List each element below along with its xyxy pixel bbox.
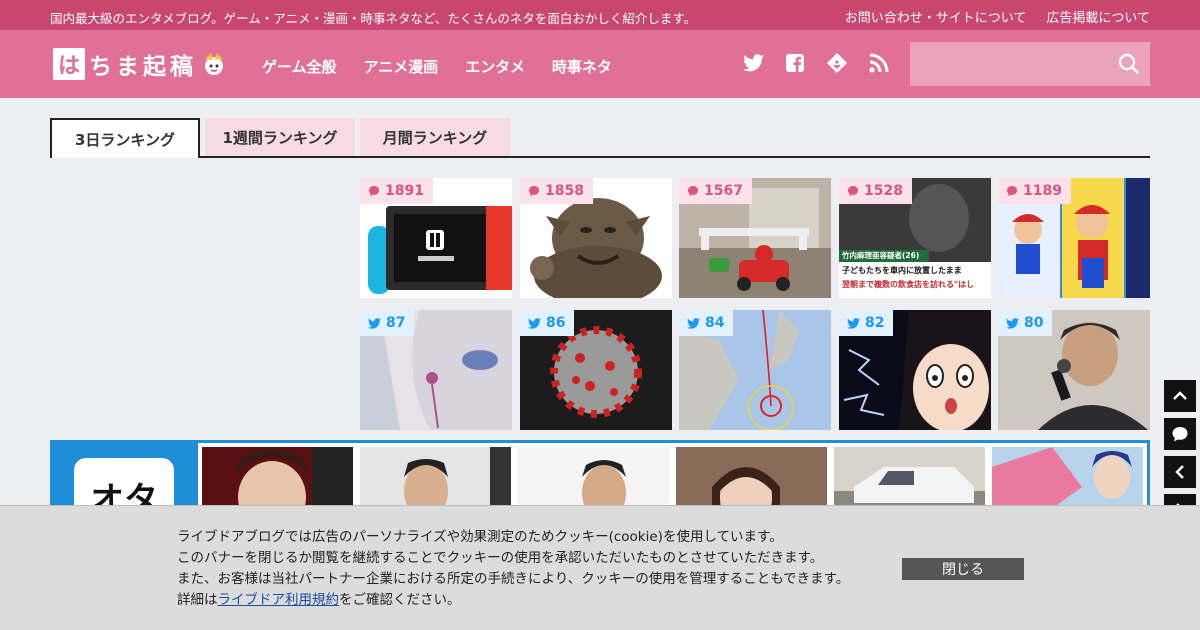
comment-icon: [529, 186, 539, 196]
tab-weekly-ranking[interactable]: 1週間ランキング: [205, 118, 355, 156]
advertising-link[interactable]: 広告掲載について: [1046, 7, 1150, 26]
twitter-icon: [528, 317, 541, 329]
ranking-tabs: 3日ランキング 1週間ランキング 月間ランキング: [50, 118, 1150, 158]
comments-button[interactable]: [1164, 418, 1196, 450]
previous-button[interactable]: [1164, 456, 1196, 488]
ranking-card[interactable]: 84: [679, 310, 831, 430]
tweet-count-badge: 86: [520, 310, 575, 336]
ranking-card[interactable]: 1528 竹内麻理亜容疑者(26) 子どもたちを車内に放置したまま 翌朝まで複数…: [839, 178, 991, 298]
speech-bubble-icon: [1172, 427, 1188, 442]
feedly-icon[interactable]: [826, 52, 848, 74]
ranking-card[interactable]: 80: [998, 310, 1150, 430]
news-caption-line: 子どもたちを車内に放置したまま: [842, 266, 962, 275]
tweet-count-badge: 84: [679, 310, 734, 336]
rss-icon[interactable]: [868, 52, 890, 74]
nav-anime-manga[interactable]: アニメ漫画: [364, 56, 439, 77]
comment-count-badge: 1528: [839, 178, 912, 204]
cookie-line: このバナーを閉じるか閲覧を継続することでクッキーの使用を承認いただいたものとさせ…: [177, 550, 824, 566]
comment-count-badge: 1189: [998, 178, 1071, 204]
mascot-icon: [205, 53, 223, 75]
tweet-count-badge: 80: [998, 310, 1053, 336]
logo-mark: は: [53, 48, 85, 80]
ranking-card[interactable]: 1189: [998, 178, 1150, 298]
ranking-card[interactable]: 1567: [679, 178, 831, 298]
chevron-left-icon: [1175, 465, 1184, 479]
comment-icon: [688, 186, 698, 196]
twitter-icon: [368, 317, 381, 329]
search-icon[interactable]: [1118, 53, 1140, 75]
comment-count-badge: 1567: [679, 178, 752, 204]
top-links: お問い合わせ・サイトについて 広告掲載について: [845, 7, 1150, 26]
social-links: [742, 52, 890, 74]
nav-games[interactable]: ゲーム全般: [262, 56, 337, 77]
news-caption-name: 竹内麻理亜容疑者(26): [842, 251, 920, 260]
comment-count-badge: 1858: [520, 178, 593, 204]
cookie-line: また、お客様は当社パートナー企業における所定の手続きにより、クッキーの使用を管理…: [177, 571, 850, 587]
top-bar: 国内最大級のエンタメブログ。ゲーム・アニメ・漫画・時事ネタなど、たくさんのネタを…: [0, 0, 1200, 30]
twitter-icon: [1006, 317, 1019, 329]
site-tagline: 国内最大級のエンタメブログ。ゲーム・アニメ・漫画・時事ネタなど、たくさんのネタを…: [50, 11, 697, 26]
facebook-icon[interactable]: [784, 52, 806, 74]
nav-current-events[interactable]: 時事ネタ: [552, 56, 612, 77]
cookie-consent-banner: ライブドアブログでは広告のパーソナライズや効果測定のためクッキー(cookie)…: [0, 505, 1200, 630]
cookie-line: ライブドアブログでは広告のパーソナライズや効果測定のためクッキー(cookie)…: [177, 529, 783, 545]
tab-monthly-ranking[interactable]: 月間ランキング: [360, 118, 510, 156]
twitter-icon: [847, 317, 860, 329]
terms-link[interactable]: ライブドア利用規約: [218, 592, 340, 608]
tweet-count-badge: 87: [360, 310, 415, 336]
ranking-card[interactable]: 86: [520, 310, 672, 430]
twitter-icon: [687, 317, 700, 329]
tab-3day-ranking[interactable]: 3日ランキング: [50, 118, 200, 158]
comment-icon: [369, 186, 379, 196]
tweet-count-badge: 82: [839, 310, 894, 336]
cookie-line: 詳細はライブドア利用規約をご確認ください。: [177, 592, 461, 608]
news-caption-line: 翌朝まで複数の飲食店を訪れる"はし: [842, 280, 975, 289]
comment-icon: [848, 186, 858, 196]
site-logo[interactable]: は ちま起稿: [53, 46, 229, 82]
site-header: は ちま起稿 ゲーム全般 アニメ漫画 エンタメ 時事ネタ: [0, 30, 1200, 98]
ranking-card[interactable]: 1858: [520, 178, 672, 298]
search-input[interactable]: [910, 42, 1110, 86]
search-box: [910, 42, 1150, 86]
contact-link[interactable]: お問い合わせ・サイトについて: [845, 7, 1027, 26]
chevron-up-icon: [1173, 391, 1187, 400]
cookie-message: ライブドアブログでは広告のパーソナライズや効果測定のためクッキー(cookie)…: [177, 527, 849, 611]
main-nav: ゲーム全般 アニメ漫画 エンタメ 時事ネタ: [262, 56, 612, 77]
nav-entertainment[interactable]: エンタメ: [465, 56, 525, 77]
twitter-icon[interactable]: [742, 52, 764, 74]
ranking-card[interactable]: 87: [360, 310, 512, 430]
cookie-close-button[interactable]: 閉じる: [902, 558, 1024, 580]
comment-count-badge: 1891: [360, 178, 433, 204]
ranking-card[interactable]: 82: [839, 310, 991, 430]
ranking-card[interactable]: 1891: [360, 178, 512, 298]
comment-icon: [1007, 186, 1017, 196]
logo-text: ちま起稿: [89, 54, 197, 80]
scroll-top-button[interactable]: [1164, 380, 1196, 412]
